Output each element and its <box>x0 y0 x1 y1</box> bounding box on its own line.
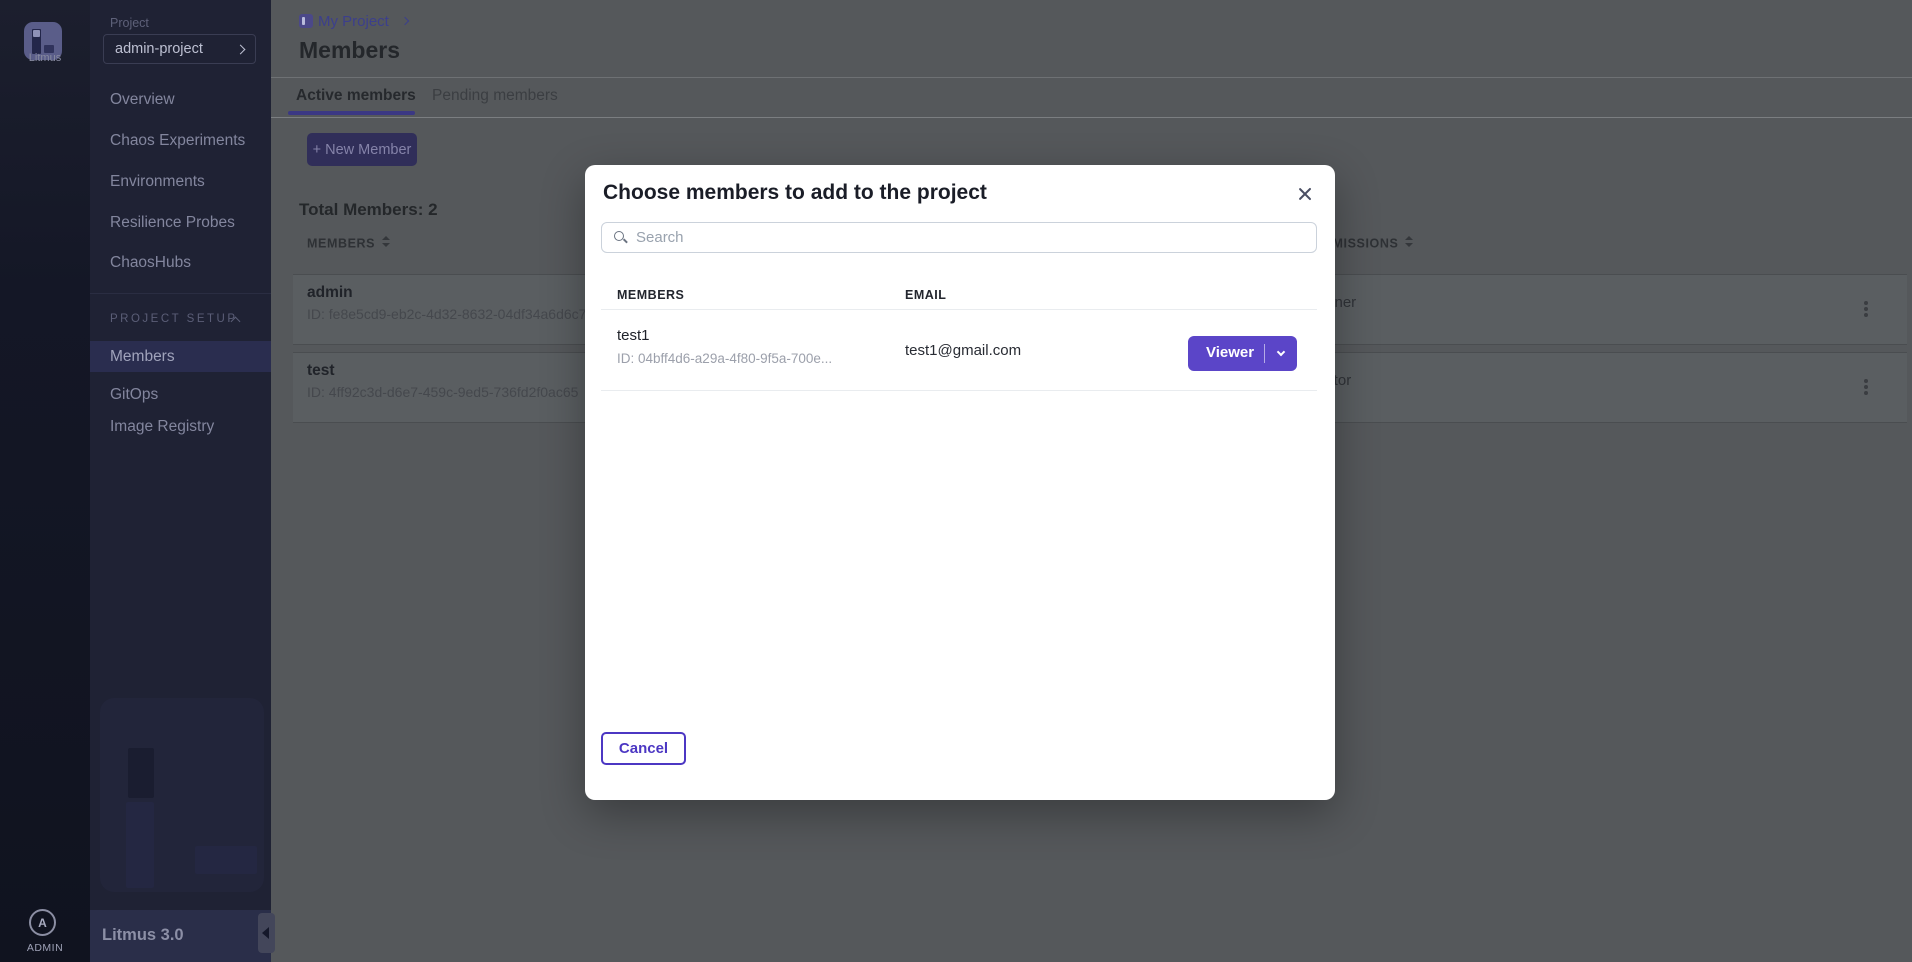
user-label: ADMIN <box>0 942 90 954</box>
breadcrumb[interactable]: My Project <box>318 13 389 30</box>
sort-icon[interactable] <box>1405 236 1413 247</box>
total-members-label: Total Members: 2 <box>299 200 438 220</box>
watermark-shape <box>128 748 154 798</box>
sidebar-item-gitops[interactable]: GitOps <box>90 380 271 410</box>
logo-shape <box>33 30 40 37</box>
project-icon <box>299 14 313 28</box>
column-header-members[interactable]: MEMBERS <box>307 236 390 251</box>
dialog-title: Choose members to add to the project <box>603 181 987 205</box>
sidebar-footer: Litmus 3.0 <box>90 910 271 962</box>
user-avatar[interactable]: A <box>29 909 56 936</box>
sort-icon[interactable] <box>382 236 390 247</box>
chevron-down-icon[interactable] <box>1277 348 1285 356</box>
divider <box>90 293 271 294</box>
sidebar-nav: Project admin-project Overview Chaos Exp… <box>90 0 271 962</box>
project-label: Project <box>110 16 149 30</box>
sidebar-rail: Litmus A ADMIN <box>0 0 90 962</box>
project-setup-heading[interactable]: PROJECT SETUP <box>110 313 238 325</box>
sidebar-item-chaoshubs[interactable]: ChaosHubs <box>90 248 271 278</box>
button-divider <box>1264 344 1265 363</box>
search-input[interactable] <box>602 223 1316 252</box>
column-header-label: MEMBERS <box>307 237 375 251</box>
member-name: test <box>307 362 335 380</box>
tab-active-members[interactable]: Active members <box>296 87 416 105</box>
litmus-app: Litmus A ADMIN Project admin-project Ove… <box>0 0 1912 962</box>
member-name: admin <box>307 284 353 302</box>
watermark-shape <box>195 846 257 874</box>
sidebar-watermark <box>100 698 264 892</box>
project-select[interactable]: admin-project <box>103 34 256 64</box>
sidebar-collapse-button[interactable] <box>258 913 275 953</box>
divider <box>271 77 1912 78</box>
new-member-button[interactable]: + New Member <box>307 133 417 166</box>
kebab-menu-icon[interactable] <box>1864 379 1868 383</box>
version-label: Litmus 3.0 <box>102 926 184 945</box>
member-id: ID: 4ff92c3d-d6e7-459c-9ed5-736fd2f0ac65 <box>307 384 578 400</box>
active-tab-underline <box>288 111 415 115</box>
project-select-value: admin-project <box>115 41 203 57</box>
sidebar-item-members[interactable]: Members <box>90 342 271 372</box>
divider <box>601 309 1317 310</box>
sidebar-item-environments[interactable]: Environments <box>90 167 271 197</box>
role-select-button[interactable]: Viewer <box>1188 336 1297 371</box>
page-title: Members <box>299 37 400 64</box>
sidebar-item-chaos-experiments[interactable]: Chaos Experiments <box>90 126 271 156</box>
close-icon[interactable] <box>1292 181 1318 207</box>
role-label[interactable]: Viewer <box>1206 344 1254 361</box>
divider <box>271 117 1912 118</box>
divider <box>601 390 1317 391</box>
add-members-dialog: Choose members to add to the project MEM… <box>585 165 1335 800</box>
watermark-shape <box>126 802 154 888</box>
tab-pending-members[interactable]: Pending members <box>432 87 558 105</box>
sidebar-item-resilience-probes[interactable]: Resilience Probes <box>90 208 271 238</box>
kebab-menu-icon[interactable] <box>1864 301 1868 305</box>
column-header-email: EMAIL <box>905 288 946 302</box>
breadcrumb-chevron-icon <box>401 17 409 25</box>
candidate-name: test1 <box>617 327 650 344</box>
column-header-members: MEMBERS <box>617 288 684 302</box>
sidebar-item-image-registry[interactable]: Image Registry <box>90 412 271 442</box>
brand-label: Litmus <box>0 52 90 64</box>
chevron-right-icon <box>236 44 246 54</box>
collapse-arrow-icon <box>262 927 269 939</box>
member-id: ID: fe8e5cd9-eb2c-4d32-8632-04df34a6d6c7 <box>307 306 586 322</box>
candidate-id: ID: 04bff4d6-a29a-4f80-9f5a-700e... <box>617 351 832 366</box>
candidate-email: test1@gmail.com <box>905 342 1021 359</box>
cancel-button[interactable]: Cancel <box>601 732 686 765</box>
sidebar-item-overview[interactable]: Overview <box>90 85 271 115</box>
search-field <box>601 222 1317 253</box>
